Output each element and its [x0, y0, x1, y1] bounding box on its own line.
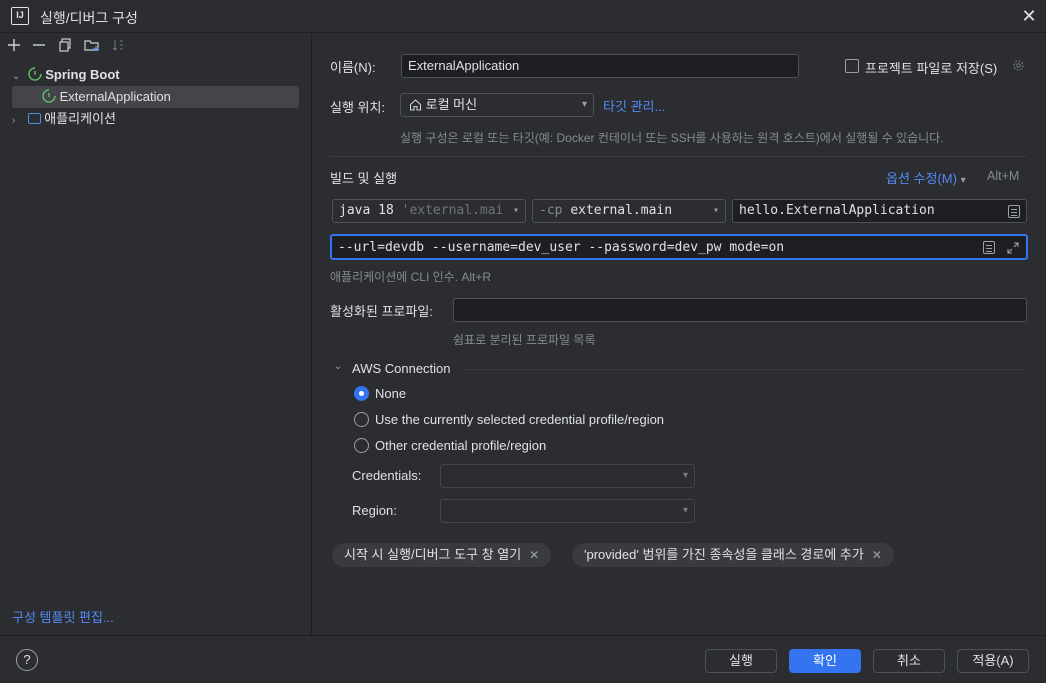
- run-on-select[interactable]: 로컬 머신 ▾: [400, 93, 594, 117]
- tree-item-label: Spring Boot: [45, 67, 120, 82]
- active-profiles-input[interactable]: [453, 298, 1027, 322]
- spring-boot-icon: [42, 88, 56, 103]
- aws-option-label: Use the currently selected credential pr…: [375, 412, 665, 427]
- classpath-module-select[interactable]: -cp external.main ▾: [532, 199, 726, 223]
- manage-targets-link[interactable]: 타깃 관리...: [603, 96, 665, 115]
- application-icon: [27, 113, 41, 124]
- cp-prefix: -cp: [539, 203, 563, 218]
- cancel-button[interactable]: 취소: [873, 649, 945, 673]
- option-chip-provided-scope: 'provided' 범위를 가진 종속성을 클래스 경로에 추가 ✕: [572, 543, 894, 567]
- sort-icon[interactable]: [108, 38, 128, 58]
- browse-document-icon[interactable]: [1008, 205, 1020, 218]
- modify-options-link[interactable]: 옵션 수정(M) ▾: [886, 168, 966, 187]
- name-input[interactable]: ExternalApplication: [401, 54, 799, 78]
- tree-item-label: ExternalApplication: [59, 89, 171, 104]
- credentials-label: Credentials:: [352, 468, 422, 483]
- aws-option-other-radio[interactable]: [354, 438, 369, 453]
- copy-icon[interactable]: [55, 38, 75, 58]
- chevron-down-icon: ▾: [682, 505, 688, 516]
- close-icon[interactable]: ✕: [1018, 5, 1040, 27]
- store-as-project-file-checkbox[interactable]: [845, 59, 859, 73]
- cp-value: external.main: [570, 203, 673, 218]
- chip-label: 시작 시 실행/디버그 도구 창 열기: [344, 547, 522, 562]
- new-folder-icon[interactable]: [82, 38, 102, 58]
- tree-item-external-application[interactable]: ExternalApplication: [12, 86, 299, 108]
- modify-options-label: 옵션 수정(M): [886, 171, 957, 186]
- run-on-hint: 실행 구성은 로컬 또는 타깃(예: Docker 컨테이너 또는 SSH를 사…: [400, 131, 944, 145]
- region-select[interactable]: ▾: [440, 499, 695, 523]
- jdk-select[interactable]: java 18 'external.mai ▾: [332, 199, 526, 223]
- main-class-value: hello.ExternalApplication: [739, 203, 935, 218]
- expand-icon[interactable]: [1006, 240, 1020, 258]
- close-icon[interactable]: ✕: [529, 548, 539, 562]
- aws-section-title: AWS Connection: [352, 361, 451, 376]
- credentials-select[interactable]: ▾: [440, 464, 695, 488]
- program-arguments-hint: 애플리케이션에 CLI 인수. Alt+R: [330, 270, 492, 284]
- run-on-label: 실행 위치:: [330, 100, 386, 115]
- plus-icon[interactable]: [4, 38, 24, 58]
- dialog-button-bar: ? 실행 확인 취소 적용(A): [0, 635, 1046, 683]
- program-arguments-input[interactable]: --url=devdb --username=dev_user --passwo…: [330, 234, 1028, 260]
- chevron-down-icon: ▾: [581, 99, 587, 110]
- tree-item-label: 애플리케이션: [44, 111, 117, 126]
- option-chip-open-tool-window: 시작 시 실행/디버그 도구 창 열기 ✕: [332, 543, 552, 567]
- divider: [330, 156, 1027, 157]
- program-arguments-value: --url=devdb --username=dev_user --passwo…: [338, 240, 785, 255]
- aws-option-label: None: [375, 386, 407, 401]
- jdk-value: java 18: [339, 203, 394, 218]
- chevron-down-icon: ▾: [960, 175, 966, 186]
- store-as-project-file-label: 프로젝트 파일로 저장(S): [865, 61, 998, 76]
- modify-options-shortcut: Alt+M: [987, 169, 1020, 183]
- chevron-down-icon[interactable]: ⌄: [334, 361, 342, 372]
- home-icon: [409, 96, 422, 116]
- minus-icon[interactable]: [29, 38, 49, 58]
- active-profiles-hint: 쉼표로 분리된 프로파일 목록: [453, 333, 596, 347]
- browse-document-icon[interactable]: [983, 241, 995, 254]
- gear-icon[interactable]: [1011, 58, 1026, 76]
- main-class-input[interactable]: hello.ExternalApplication: [732, 199, 1027, 223]
- window-title: 실행/디버그 구성: [40, 10, 138, 26]
- divider: [466, 369, 1027, 370]
- intellij-logo-icon: IJ: [11, 7, 29, 25]
- chevron-down-icon: ▾: [712, 205, 719, 216]
- configuration-tree-panel: ⌄ Spring Boot ExternalApplication › 애플리케…: [0, 34, 312, 635]
- edit-templates-link[interactable]: 구성 템플릿 편집...: [12, 607, 114, 626]
- spring-boot-icon: [27, 66, 42, 81]
- aws-option-label: Other credential profile/region: [375, 438, 547, 453]
- chevron-right-icon[interactable]: ›: [12, 110, 24, 132]
- chevron-down-icon[interactable]: ⌄: [12, 66, 24, 88]
- ok-button[interactable]: 확인: [789, 649, 861, 673]
- jdk-module-hint: 'external.mai: [401, 203, 504, 218]
- run-button[interactable]: 실행: [705, 649, 777, 673]
- run-on-value: 로컬 머신: [425, 97, 478, 112]
- title-bar: IJ 실행/디버그 구성 ✕: [0, 0, 1046, 33]
- chevron-down-icon: ▾: [510, 200, 519, 222]
- chevron-down-icon: ▾: [682, 470, 688, 481]
- region-label: Region:: [352, 503, 397, 518]
- aws-option-none-radio[interactable]: [354, 386, 369, 401]
- tree-item-application[interactable]: › 애플리케이션: [12, 108, 299, 130]
- configuration-editor: 이름(N): ExternalApplication 프로젝트 파일로 저장(S…: [313, 34, 1046, 635]
- name-label: 이름(N):: [330, 60, 376, 75]
- active-profiles-label: 활성화된 프로파일:: [330, 304, 433, 319]
- help-button[interactable]: ?: [16, 649, 38, 671]
- build-run-section-title: 빌드 및 실행: [330, 171, 398, 186]
- close-icon[interactable]: ✕: [872, 548, 882, 562]
- tree-item-spring-boot[interactable]: ⌄ Spring Boot: [12, 64, 299, 86]
- apply-button[interactable]: 적용(A): [957, 649, 1029, 673]
- chip-label: 'provided' 범위를 가진 종속성을 클래스 경로에 추가: [584, 547, 864, 562]
- aws-option-current-radio[interactable]: [354, 412, 369, 427]
